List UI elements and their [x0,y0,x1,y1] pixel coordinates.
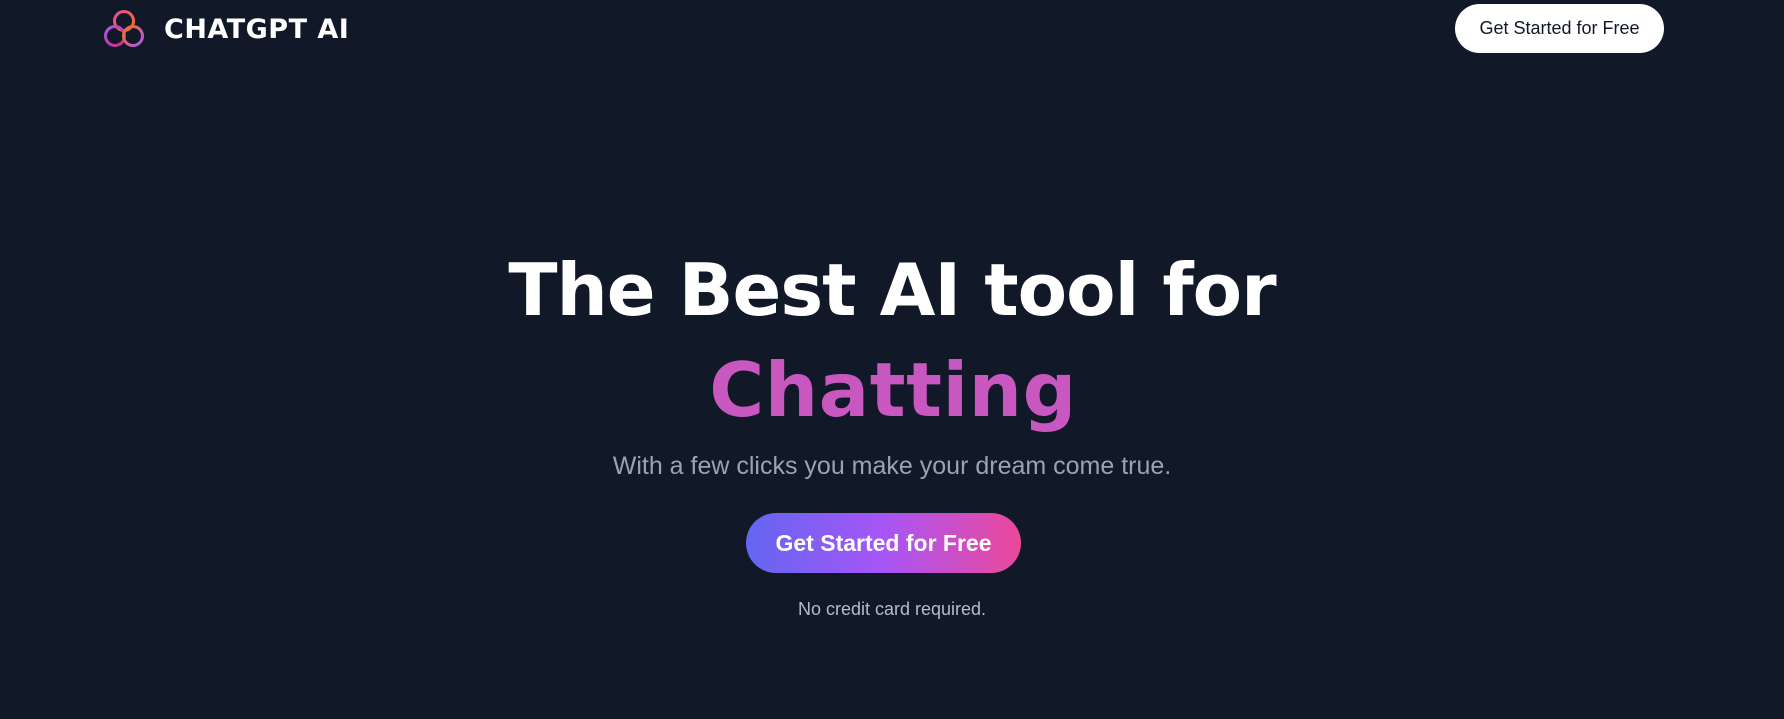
logo-text: CHATGPT AI [164,13,350,45]
hero-title-line1: The Best AI tool for [508,248,1276,332]
interlocking-rings-icon [102,8,146,50]
header-get-started-button[interactable]: Get Started for Free [1455,4,1664,53]
logo[interactable]: CHATGPT AI [102,8,349,50]
landing-page: CHATGPT AI Get Started for Free The Best… [0,0,1784,719]
hero-get-started-button[interactable]: Get Started for Free [746,513,1021,573]
hero-title-highlight: Chatting [709,346,1077,434]
no-credit-card-note: No credit card required. [797,599,987,619]
hero-subtitle: With a few clicks you make your dream co… [612,452,1172,480]
hero-title: The Best AI tool for Chatting [0,240,1784,440]
site-header: CHATGPT AI Get Started for Free [0,0,1784,60]
